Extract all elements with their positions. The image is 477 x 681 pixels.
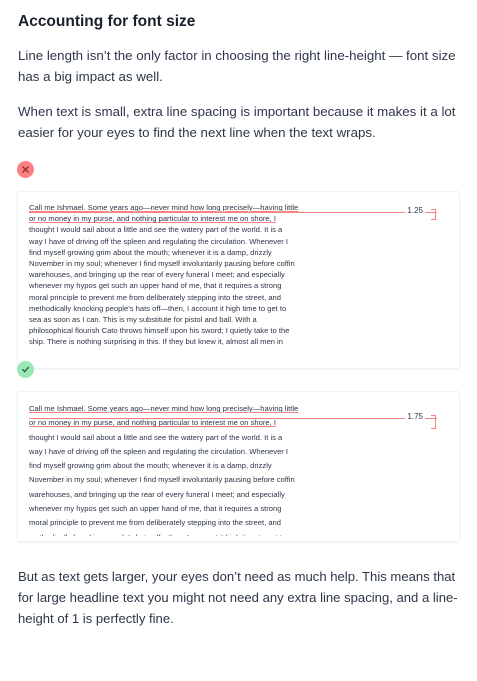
text-line: November in my soul; whenever I find mys…	[29, 475, 295, 485]
good-example-text: Call me Ishmael. Some years ago—never mi…	[29, 402, 335, 541]
line-height-label: 1.75	[405, 412, 425, 421]
text-line: or no money in my purse, and nothing par…	[29, 214, 276, 224]
text-line: way I have of driving off the spleen and…	[29, 236, 289, 246]
good-example-card: Call me Ishmael. Some years ago—never mi…	[17, 391, 460, 542]
text-line: moral principle to prevent me from delib…	[29, 292, 281, 302]
text-line: thought I would sail about a little and …	[29, 432, 283, 442]
text-line: thought I would sail about a little and …	[29, 225, 283, 235]
text-line: moral principle to prevent me from delib…	[29, 518, 281, 528]
text-line: sea as soon as I can. This is my substit…	[29, 315, 257, 325]
text-line: warehouses, and bringing up the rear of …	[29, 270, 285, 280]
text-line: warehouses, and bringing up the rear of …	[29, 489, 285, 499]
line-height-measure: 1.25	[29, 206, 437, 220]
section-heading: Accounting for font size	[18, 13, 196, 30]
line-height-measure: 1.75	[29, 412, 437, 429]
text-line: methodically knocking people’s hats off—…	[29, 303, 287, 313]
text-line: philosophical flourish Cato throws himse…	[29, 326, 290, 336]
bad-example-card: Call me Ishmael. Some years ago—never mi…	[17, 191, 460, 369]
text-line: November in my soul; whenever I find mys…	[29, 259, 295, 269]
intro-paragraph-2: When text is small, extra line spacing i…	[18, 104, 456, 140]
line-height-label: 1.25	[405, 206, 425, 215]
article: Accounting for font size Line length isn…	[18, 12, 459, 143]
text-line: whenever my hypos get such an upper hand…	[29, 281, 282, 291]
text-line: Call me Ishmael. Some years ago—never mi…	[29, 404, 299, 413]
text-line: way I have of driving off the spleen and…	[29, 446, 289, 456]
text-line: find myself growing grim about the mouth…	[29, 247, 272, 257]
intro-paragraph-1: Line length isn’t the only factor in cho…	[18, 48, 456, 84]
text-line: whenever my hypos get such an upper hand…	[29, 504, 282, 514]
x-icon	[17, 161, 34, 178]
outro-paragraph: But as text gets larger, your eyes don’t…	[18, 569, 458, 626]
check-icon	[17, 361, 34, 378]
text-line: find myself growing grim about the mouth…	[29, 461, 272, 471]
text-line: ship. There is nothing surprising in thi…	[29, 337, 283, 347]
bad-example-text: Call me Ishmael. Some years ago—never mi…	[29, 202, 335, 348]
